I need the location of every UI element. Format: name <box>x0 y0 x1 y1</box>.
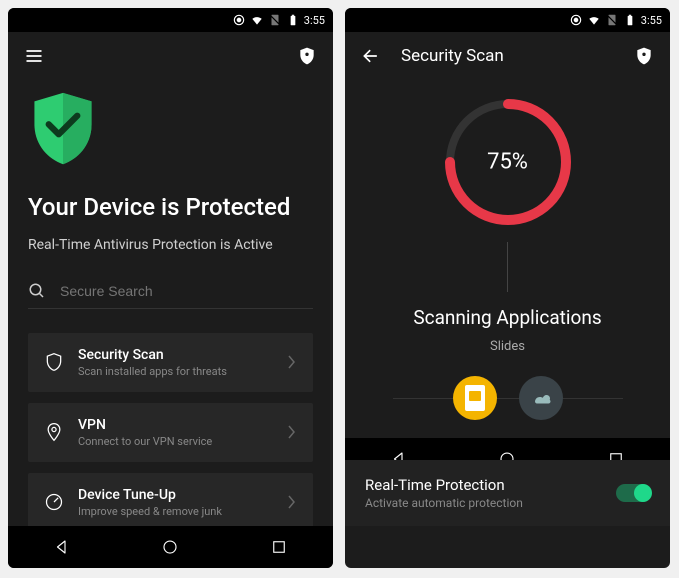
divider-line <box>507 242 508 292</box>
status-time: 3:55 <box>641 14 662 27</box>
nav-back-icon[interactable] <box>53 538 71 556</box>
target-icon <box>569 13 583 27</box>
android-nav-bar <box>8 526 333 568</box>
target-icon <box>232 13 246 27</box>
status-bar: 3:55 <box>345 8 670 32</box>
location-icon <box>44 422 64 442</box>
wifi-icon <box>250 13 264 27</box>
back-arrow-icon[interactable] <box>361 46 381 66</box>
phone-home: 3:55 Your Device is Protected Real-Time … <box>8 8 333 568</box>
status-time: 3:55 <box>304 14 325 27</box>
rtp-card: Real-Time Protection Activate automatic … <box>345 460 670 526</box>
home-subtitle: Real-Time Antivirus Protection is Active <box>28 236 313 256</box>
home-content: Your Device is Protected Real-Time Antiv… <box>8 80 333 526</box>
scanning-title: Scanning Applications <box>413 306 601 329</box>
card-title: Device Tune-Up <box>78 487 273 503</box>
app-icon-next <box>519 376 563 420</box>
nav-home-icon[interactable] <box>161 538 179 556</box>
app-icons-row <box>453 376 563 420</box>
rtp-subtitle: Activate automatic protection <box>365 496 616 510</box>
phone-scan: 3:55 Security Scan 75% Scanning Applicat… <box>345 8 670 568</box>
app-header <box>8 32 333 80</box>
card-sub: Improve speed & remove junk <box>78 505 273 518</box>
card-sub: Scan installed apps for threats <box>78 365 273 378</box>
home-title: Your Device is Protected <box>28 192 313 222</box>
gauge-icon <box>44 492 64 512</box>
battery-icon <box>623 13 637 27</box>
current-app-name: Slides <box>490 339 525 354</box>
scan-header: Security Scan <box>345 32 670 80</box>
card-title: Security Scan <box>78 347 273 363</box>
rtp-toggle[interactable] <box>616 484 650 502</box>
shield-badge-icon[interactable] <box>297 46 317 66</box>
wifi-icon <box>587 13 601 27</box>
rtp-title: Real-Time Protection <box>365 476 616 494</box>
scan-header-title: Security Scan <box>401 46 504 66</box>
search-icon <box>28 282 46 300</box>
chevron-right-icon <box>287 495 297 509</box>
card-title: VPN <box>78 417 273 433</box>
card-vpn[interactable]: VPN Connect to our VPN service <box>28 403 313 462</box>
protected-shield-icon <box>28 90 98 170</box>
no-sim-icon <box>268 13 282 27</box>
search-input[interactable] <box>60 283 313 299</box>
card-security-scan[interactable]: Security Scan Scan installed apps for th… <box>28 333 313 392</box>
status-bar: 3:55 <box>8 8 333 32</box>
search-row[interactable] <box>28 282 313 309</box>
card-sub: Connect to our VPN service <box>78 435 273 448</box>
chevron-right-icon <box>287 355 297 369</box>
app-icon-slides <box>453 376 497 420</box>
battery-icon <box>286 13 300 27</box>
card-tuneup[interactable]: Device Tune-Up Improve speed & remove ju… <box>28 473 313 526</box>
shield-badge-icon[interactable] <box>634 46 654 66</box>
progress-ring: 75% <box>438 92 578 232</box>
hamburger-icon[interactable] <box>24 46 44 66</box>
nav-recent-icon[interactable] <box>270 538 288 556</box>
progress-percent: 75% <box>487 150 528 175</box>
shield-outline-icon <box>44 352 64 372</box>
scan-content: 75% Scanning Applications Slides <box>345 92 670 438</box>
chevron-right-icon <box>287 425 297 439</box>
no-sim-icon <box>605 13 619 27</box>
